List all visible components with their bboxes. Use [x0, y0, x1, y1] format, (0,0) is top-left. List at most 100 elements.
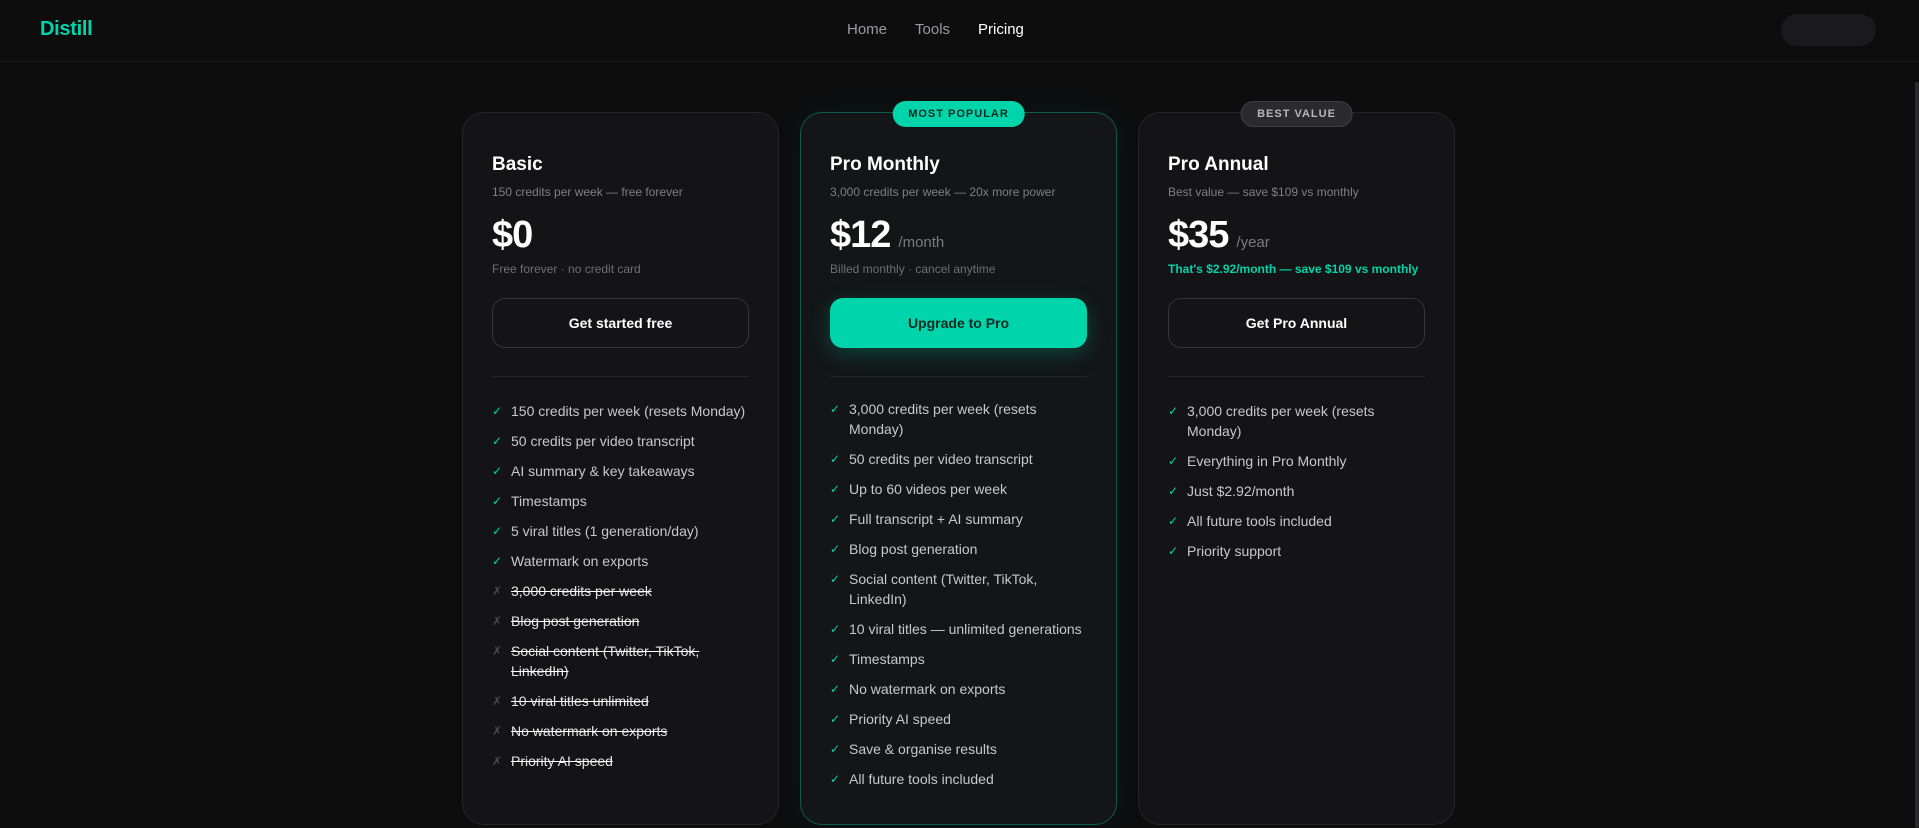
plan-card-pro-monthly: MOST POPULAR Pro Monthly 3,000 credits p…: [800, 101, 1117, 825]
feature-item: ✓ 3,000 credits per week (resets Monday): [830, 399, 1087, 439]
feature-item: ✓ 150 credits per week (resets Monday): [492, 401, 749, 421]
feature-text: AI summary & key takeaways: [511, 463, 695, 479]
price-period: /month: [898, 234, 945, 251]
get-started-free-button[interactable]: Get started free: [492, 298, 749, 348]
feature-list: ✓ 150 credits per week (resets Monday) ✓ 50…: [492, 401, 749, 771]
feature-list: ✓ 3,000 credits per week (resets Monday) ✓…: [1168, 401, 1425, 561]
divider: [492, 376, 749, 377]
nav-item-home[interactable]: Home: [847, 21, 887, 38]
check-icon: ✓: [830, 682, 841, 696]
feature-text: 3,000 credits per week: [511, 583, 652, 599]
price-note: Billed monthly · cancel anytime: [830, 262, 996, 276]
feature-text: No watermark on exports: [511, 723, 668, 739]
cross-icon: ✗: [492, 694, 503, 708]
feature-item: ✓ Everything in Pro Monthly: [1168, 451, 1425, 471]
plan-card-basic: Basic 150 credits per week — free foreve…: [462, 112, 779, 825]
feature-item: ✓ AI summary & key takeaways: [492, 461, 749, 481]
price-period: /year: [1236, 234, 1270, 251]
check-icon: ✓: [492, 434, 503, 448]
feature-item: ✓ All future tools included: [830, 769, 1087, 789]
feature-text: Social content (Twitter, TikTok, LinkedI…: [511, 643, 700, 679]
feature-item: ✓ 50 credits per video transcript: [492, 431, 749, 451]
top-navigation-bar: Distill Home Tools Pricing: [0, 0, 1919, 62]
feature-item: ✗ 3,000 credits per week: [492, 581, 749, 601]
feature-text: Priority AI speed: [511, 753, 613, 769]
nav-item-tools[interactable]: Tools: [915, 21, 950, 38]
nav-item-pricing[interactable]: Pricing: [978, 21, 1024, 38]
feature-item: ✓ Just $2.92/month: [1168, 481, 1425, 501]
feature-text: Full transcript + AI summary: [849, 511, 1023, 527]
plan-price: $35: [1168, 214, 1229, 256]
feature-text: Timestamps: [849, 651, 925, 667]
feature-item: ✓ Timestamps: [830, 649, 1087, 669]
page-scrollbar[interactable]: [1915, 82, 1919, 828]
plan-name: Pro Monthly: [830, 154, 940, 175]
feature-item: ✓ 50 credits per video transcript: [830, 449, 1087, 469]
feature-item: ✓ Timestamps: [492, 491, 749, 511]
plan-price: $0: [492, 214, 533, 256]
check-icon: ✓: [1168, 454, 1179, 468]
feature-item: ✓ 10 viral titles — unlimited generations: [830, 619, 1087, 639]
plan-name: Basic: [492, 154, 543, 175]
check-icon: ✓: [830, 712, 841, 726]
check-icon: ✓: [830, 452, 841, 466]
check-icon: ✓: [1168, 514, 1179, 528]
price-row: $12 /month: [830, 215, 1087, 255]
account-button[interactable]: [1781, 14, 1876, 46]
upgrade-to-pro-button[interactable]: Upgrade to Pro: [830, 298, 1087, 348]
feature-text: Save & organise results: [849, 741, 997, 757]
feature-item: ✗ Blog post generation: [492, 611, 749, 631]
check-icon: ✓: [492, 524, 503, 538]
check-icon: ✓: [1168, 404, 1179, 418]
main-nav: Home Tools Pricing: [847, 21, 1024, 38]
feature-text: Priority support: [1187, 543, 1282, 559]
most-popular-badge: MOST POPULAR: [892, 101, 1025, 127]
cross-icon: ✗: [492, 754, 503, 768]
feature-item: ✓ Save & organise results: [830, 739, 1087, 759]
brand-logo[interactable]: Distill: [40, 18, 93, 41]
feature-text: No watermark on exports: [849, 681, 1006, 697]
feature-item: ✓ Blog post generation: [830, 539, 1087, 559]
feature-item: ✓ Priority support: [1168, 541, 1425, 561]
price-row: $0: [492, 215, 749, 255]
check-icon: ✓: [830, 512, 841, 526]
feature-text: All future tools included: [1187, 513, 1332, 529]
check-icon: ✓: [492, 494, 503, 508]
plan-card-pro-annual: BEST VALUE Pro Annual Best value — save …: [1138, 101, 1455, 825]
check-icon: ✓: [830, 402, 841, 416]
check-icon: ✓: [492, 464, 503, 478]
feature-text: 5 viral titles (1 generation/day): [511, 523, 699, 539]
feature-text: Just $2.92/month: [1187, 483, 1295, 499]
feature-text: 3,000 credits per week (resets Monday): [1187, 403, 1375, 439]
feature-item: ✓ 5 viral titles (1 generation/day): [492, 521, 749, 541]
feature-text: Timestamps: [511, 493, 587, 509]
cross-icon: ✗: [492, 644, 503, 658]
feature-text: Blog post generation: [511, 613, 640, 629]
feature-list: ✓ 3,000 credits per week (resets Monday) ✓…: [830, 399, 1087, 789]
check-icon: ✓: [1168, 484, 1179, 498]
get-pro-annual-button[interactable]: Get Pro Annual: [1168, 298, 1425, 348]
check-icon: ✓: [830, 482, 841, 496]
best-value-badge: BEST VALUE: [1240, 101, 1353, 127]
divider: [1168, 376, 1425, 377]
feature-text: 3,000 credits per week (resets Monday): [849, 401, 1037, 437]
check-icon: ✓: [830, 622, 841, 636]
check-icon: ✓: [830, 742, 841, 756]
plan-price: $12: [830, 214, 891, 256]
feature-item: ✓ Social content (Twitter, TikTok, Linked…: [830, 569, 1087, 609]
feature-item: ✗ No watermark on exports: [492, 721, 749, 741]
check-icon: ✓: [492, 404, 503, 418]
check-icon: ✓: [830, 652, 841, 666]
feature-text: Watermark on exports: [511, 553, 649, 569]
price-row: $35 /year: [1168, 215, 1425, 255]
check-icon: ✓: [492, 554, 503, 568]
feature-text: Everything in Pro Monthly: [1187, 453, 1347, 469]
plan-subtitle: Best value — save $109 vs monthly: [1168, 185, 1359, 199]
check-icon: ✓: [830, 542, 841, 556]
feature-item: ✗ Social content (Twitter, TikTok, Linked…: [492, 641, 749, 681]
check-icon: ✓: [830, 572, 841, 586]
cross-icon: ✗: [492, 614, 503, 628]
feature-text: 50 credits per video transcript: [849, 451, 1033, 467]
feature-text: 150 credits per week (resets Monday): [511, 403, 746, 419]
feature-item: ✓ 3,000 credits per week (resets Monday): [1168, 401, 1425, 441]
